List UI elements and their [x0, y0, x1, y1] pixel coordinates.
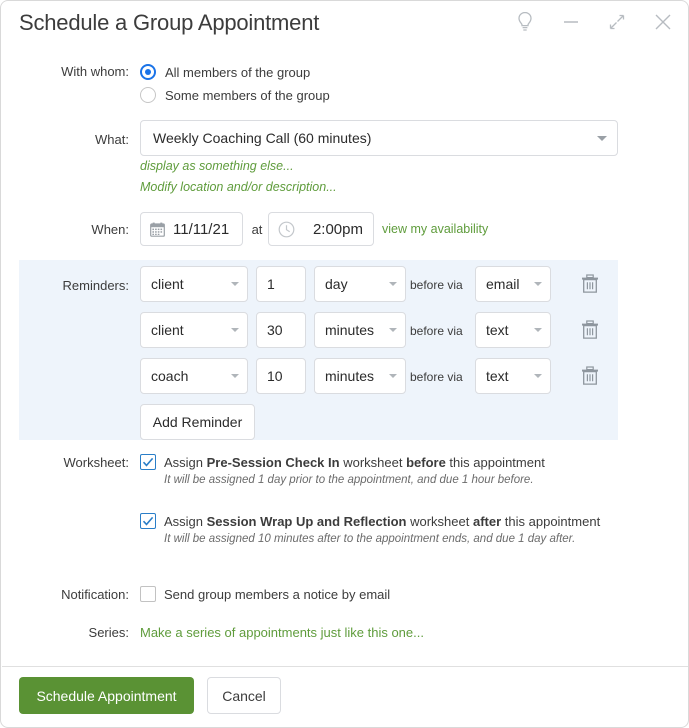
- reminder-who-value-1: client: [151, 276, 184, 292]
- chevron-down-icon: [231, 374, 239, 378]
- reminder-amount-value-1: 1: [267, 276, 275, 292]
- reminder-amount-input-2[interactable]: 30: [256, 312, 306, 348]
- reminder-channel-value-3: text: [486, 368, 509, 384]
- worksheet-checkbox-2[interactable]: [140, 513, 156, 529]
- reminder-unit-select-2[interactable]: minutes: [314, 312, 406, 348]
- reminders-label: Reminders:: [62, 278, 129, 293]
- notification-label: Notification:: [61, 587, 129, 602]
- reminder-unit-select-1[interactable]: day: [314, 266, 406, 302]
- worksheet-middle-2: worksheet: [406, 514, 473, 529]
- worksheet-label: Worksheet:: [63, 455, 129, 470]
- reminder-amount-input-1[interactable]: 1: [256, 266, 306, 302]
- delete-reminder-button-2[interactable]: [577, 317, 603, 343]
- reminder-amount-input-3[interactable]: 10: [256, 358, 306, 394]
- trash-icon: [582, 274, 598, 293]
- reminder-channel-select-3[interactable]: text: [475, 358, 551, 394]
- calendar-icon: [150, 222, 165, 237]
- date-input[interactable]: 11/11/21: [140, 212, 243, 246]
- modify-location-description-link[interactable]: Modify location and/or description...: [140, 180, 337, 194]
- reminder-who-select-2[interactable]: client: [140, 312, 248, 348]
- worksheet-prefix-2: Assign: [164, 514, 207, 529]
- what-label: What:: [95, 132, 129, 147]
- footer-divider: [2, 666, 688, 667]
- worksheet-checkbox-1[interactable]: [140, 454, 156, 470]
- title-bar: Schedule a Group Appointment: [1, 1, 688, 49]
- series-label: Series:: [88, 625, 129, 640]
- notification-checkbox-label: Send group members a notice by email: [164, 587, 391, 602]
- clock-icon: [278, 221, 295, 238]
- time-input-value: 2:00pm: [312, 220, 363, 238]
- minimize-icon[interactable]: [556, 7, 586, 37]
- chevron-down-icon: [389, 374, 397, 378]
- date-input-value: 11/11/21: [173, 220, 230, 238]
- cancel-button[interactable]: Cancel: [207, 677, 281, 714]
- reminder-who-value-2: client: [151, 322, 184, 338]
- worksheet-suffix-2: this appointment: [501, 514, 601, 529]
- chevron-down-icon: [597, 135, 607, 141]
- add-reminder-button[interactable]: Add Reminder: [140, 404, 255, 440]
- chevron-down-icon: [231, 328, 239, 332]
- radio-all-members-label: All members of the group: [165, 65, 311, 80]
- delete-reminder-button-1[interactable]: [577, 271, 603, 297]
- window-controls: [510, 7, 678, 37]
- worksheet-item-label-2: Assign Session Wrap Up and Reflection wo…: [164, 514, 600, 529]
- radio-all-members[interactable]: [140, 64, 156, 80]
- reminder-channel-value-2: text: [486, 322, 509, 338]
- restore-icon[interactable]: [602, 7, 632, 37]
- delete-reminder-button-3[interactable]: [577, 363, 603, 389]
- worksheet-when-2: after: [472, 514, 502, 529]
- reminder-amount-value-2: 30: [267, 322, 283, 338]
- chevron-down-icon: [231, 282, 239, 286]
- what-select-value: Weekly Coaching Call (60 minutes): [153, 130, 372, 146]
- schedule-group-appointment-dialog: Schedule a Group Appointment With whom: …: [0, 0, 689, 728]
- worksheet-when-1: before: [406, 455, 446, 470]
- chevron-down-icon: [534, 374, 542, 378]
- worksheet-item-note-2: It will be assigned 10 minutes after to …: [164, 533, 576, 545]
- reminder-unit-value-2: minutes: [325, 322, 375, 338]
- check-icon: [142, 516, 154, 526]
- chevron-down-icon: [389, 328, 397, 332]
- radio-some-members-label: Some members of the group: [165, 88, 330, 103]
- schedule-appointment-button[interactable]: Schedule Appointment: [19, 677, 194, 714]
- worksheet-prefix-1: Assign: [164, 455, 207, 470]
- reminder-who-select-1[interactable]: client: [140, 266, 248, 302]
- lightbulb-icon[interactable]: [510, 7, 540, 37]
- close-icon[interactable]: [648, 7, 678, 37]
- trash-icon: [582, 366, 598, 385]
- series-link[interactable]: Make a series of appointments just like …: [140, 625, 424, 640]
- chevron-down-icon: [534, 282, 542, 286]
- reminder-before-via-label-2: before via: [410, 324, 463, 338]
- worksheet-middle-1: worksheet: [339, 455, 407, 470]
- notification-checkbox[interactable]: [140, 586, 156, 602]
- check-icon: [142, 457, 154, 467]
- reminder-unit-value-3: minutes: [325, 368, 375, 384]
- chevron-down-icon: [389, 282, 397, 286]
- view-my-availability-link[interactable]: view my availability: [382, 222, 488, 236]
- page-title: Schedule a Group Appointment: [19, 10, 320, 35]
- reminder-who-select-3[interactable]: coach: [140, 358, 248, 394]
- trash-icon: [582, 320, 598, 339]
- reminder-before-via-label-3: before via: [410, 370, 463, 384]
- reminder-channel-select-1[interactable]: email: [475, 266, 551, 302]
- worksheet-suffix-1: this appointment: [445, 455, 545, 470]
- reminder-amount-value-3: 10: [267, 368, 283, 384]
- worksheet-name-1: Pre-Session Check In: [206, 455, 340, 470]
- display-as-something-else-link[interactable]: display as something else...: [140, 159, 294, 173]
- time-input[interactable]: 2:00pm: [268, 212, 374, 246]
- worksheet-item-label-1: Assign Pre-Session Check In worksheet be…: [164, 455, 545, 470]
- what-select[interactable]: Weekly Coaching Call (60 minutes): [140, 120, 618, 156]
- when-label: When:: [91, 222, 129, 237]
- reminder-before-via-label-1: before via: [410, 278, 463, 292]
- chevron-down-icon: [534, 328, 542, 332]
- with-whom-label: With whom:: [61, 64, 129, 79]
- radio-some-members[interactable]: [140, 87, 156, 103]
- reminder-unit-select-3[interactable]: minutes: [314, 358, 406, 394]
- worksheet-name-2: Session Wrap Up and Reflection: [206, 514, 407, 529]
- reminder-channel-select-2[interactable]: text: [475, 312, 551, 348]
- reminder-unit-value-1: day: [325, 276, 348, 292]
- reminder-channel-value-1: email: [486, 276, 520, 292]
- reminder-who-value-3: coach: [151, 368, 189, 384]
- worksheet-item-note-1: It will be assigned 1 day prior to the a…: [164, 474, 534, 486]
- when-at-label: at: [251, 222, 263, 237]
